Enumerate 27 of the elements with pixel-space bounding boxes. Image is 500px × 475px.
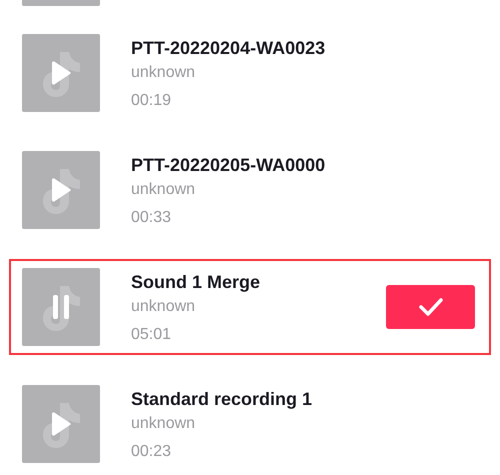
sound-thumbnail[interactable] — [22, 268, 100, 346]
sound-thumbnail[interactable] — [22, 385, 100, 463]
sound-artist: unknown — [131, 414, 196, 434]
sound-title: PTT-20220204-WA0023 — [131, 37, 326, 59]
sound-duration: 00:23 — [131, 442, 172, 462]
sound-duration: 00:19 — [131, 91, 172, 111]
sound-title: Sound 1 Merge — [131, 271, 262, 293]
sound-title: Standard recording 1 — [131, 388, 314, 410]
sound-title: PTT-20220205-WA0000 — [131, 154, 326, 176]
check-icon — [418, 297, 444, 317]
sound-row[interactable]: PTT-20220205-WA0000 unknown 00:33 — [9, 142, 491, 238]
sound-duration: 00:33 — [131, 208, 172, 228]
pause-icon[interactable] — [51, 295, 71, 319]
confirm-button[interactable] — [386, 285, 475, 329]
sound-thumbnail[interactable] — [22, 0, 100, 6]
sound-artist: unknown — [131, 63, 196, 83]
sound-row[interactable]: PTT-20220204-WA0023 unknown 00:19 — [9, 25, 491, 121]
play-icon[interactable] — [51, 412, 71, 436]
selected-sound-row[interactable]: Sound 1 Merge unknown 05:01 — [9, 259, 491, 355]
sound-artist: unknown — [131, 297, 196, 317]
sound-row[interactable]: Standard recording 1 unknown 00:23 — [9, 376, 491, 472]
sound-artist: unknown — [131, 180, 196, 200]
play-icon[interactable] — [51, 61, 71, 85]
sound-duration: 05:01 — [131, 325, 172, 345]
play-icon[interactable] — [51, 178, 71, 202]
sound-thumbnail[interactable] — [22, 151, 100, 229]
sound-thumbnail[interactable] — [22, 34, 100, 112]
